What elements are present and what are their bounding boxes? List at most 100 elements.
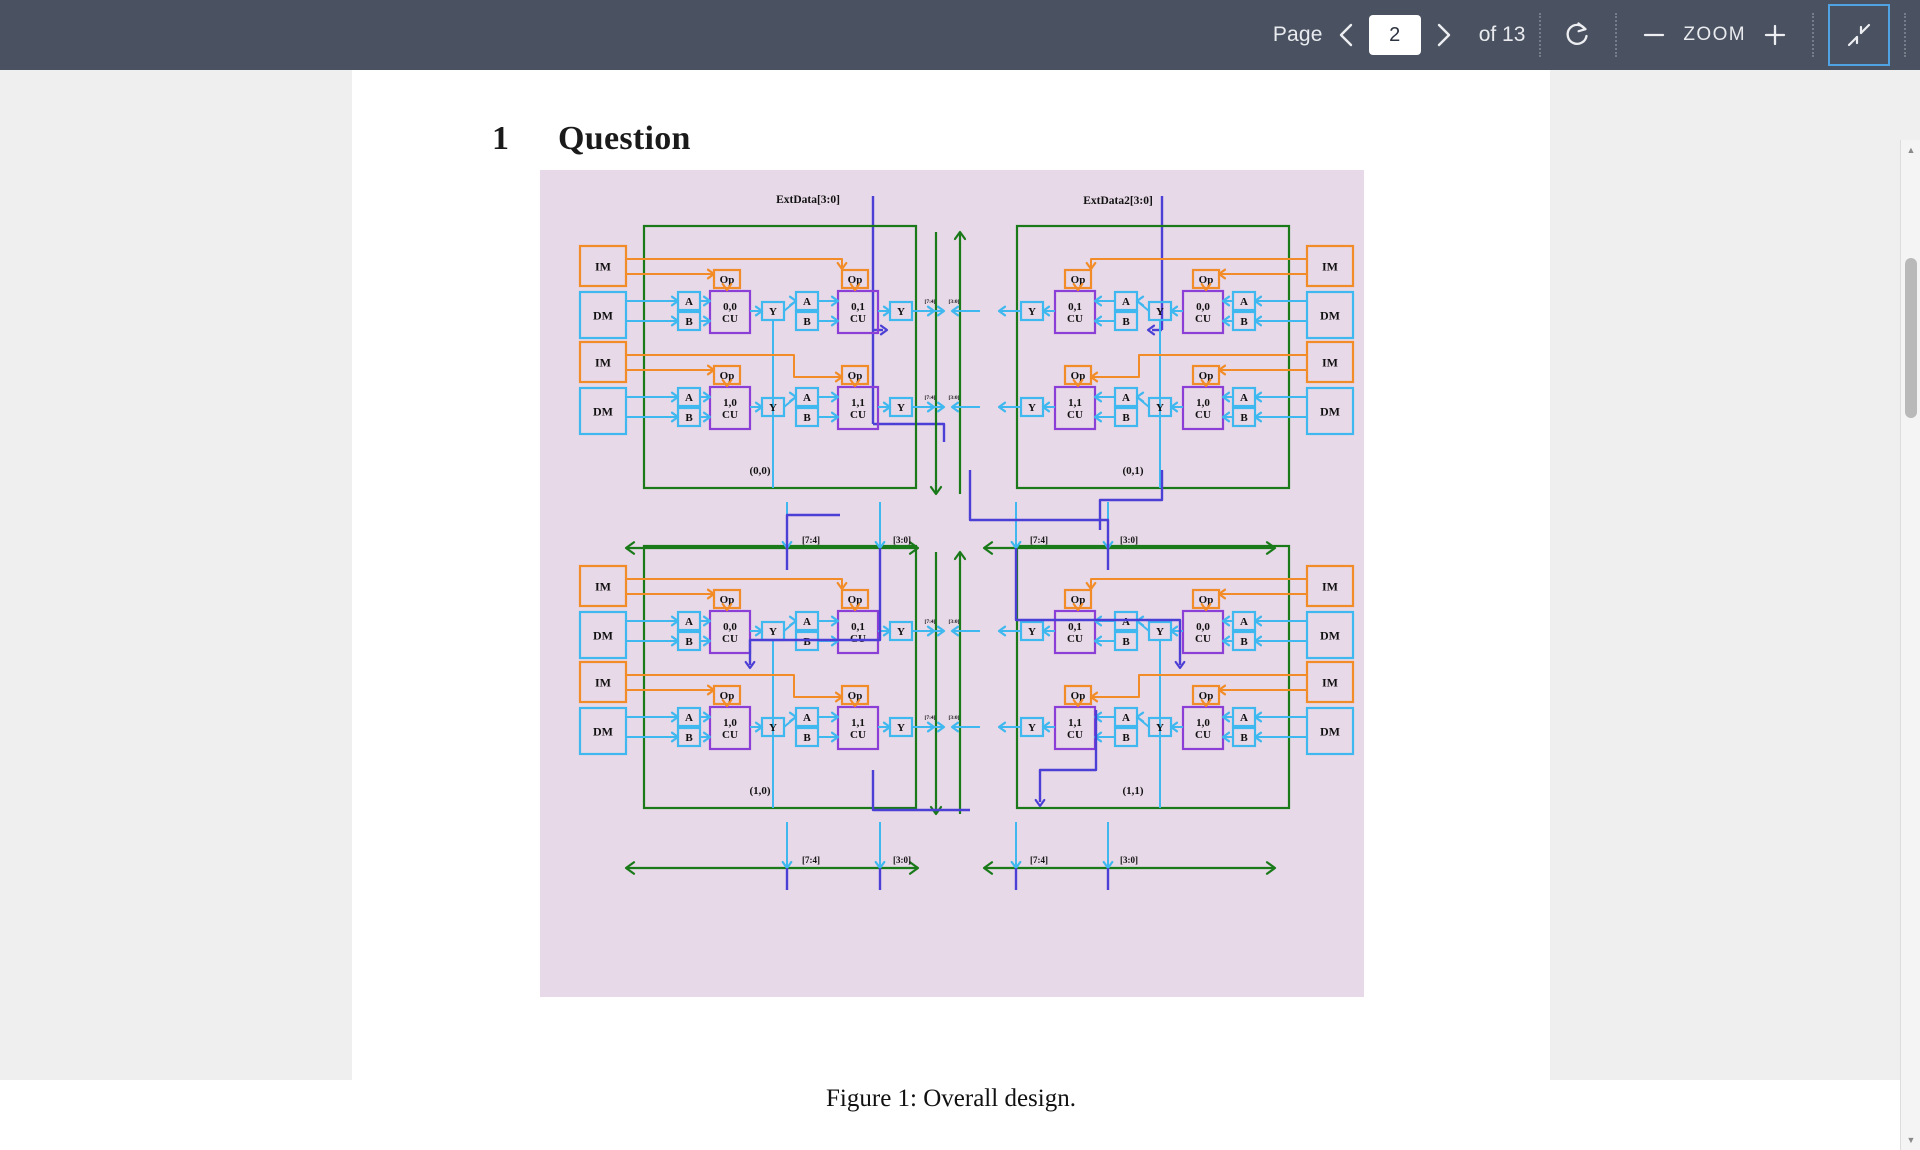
b-box-label: B: [685, 412, 693, 424]
a-box-label: A: [1240, 392, 1248, 404]
a-box-label: A: [803, 392, 811, 404]
a-box-label: A: [1122, 296, 1130, 308]
b-box-label: B: [685, 732, 693, 744]
bus-bit-label: [3:0]: [949, 619, 960, 625]
b-box-label: B: [1240, 316, 1248, 328]
cu-box-label: 0,1: [1068, 621, 1082, 633]
exit-fullscreen-button[interactable]: [1828, 4, 1890, 66]
a-box-label: A: [1122, 712, 1130, 724]
y-box-label: Y: [769, 626, 777, 638]
y-box-label: Y: [769, 722, 777, 734]
y-box-label: Y: [1028, 722, 1036, 734]
im-box-label: IM: [595, 579, 611, 593]
tile-label: (1,0): [749, 785, 770, 797]
b-box-label: B: [1240, 636, 1248, 648]
im-box-label: IM: [1322, 259, 1338, 273]
rotate-button[interactable]: [1555, 12, 1601, 58]
pdf-toolbar: Page of 13 ZOOM: [0, 0, 1920, 70]
figure-caption: Figure 1: Overall design.: [826, 1085, 1076, 1112]
cu-box-label: 0,1: [851, 621, 865, 633]
bus-bit-label: [3:0]: [1120, 855, 1138, 865]
a-box-label: A: [685, 616, 693, 628]
b-box-label: B: [1240, 732, 1248, 744]
cu-box-label: CU: [850, 729, 866, 741]
dm-box-label: DM: [593, 628, 613, 642]
dm-box-label: DM: [593, 308, 613, 322]
toolbar-divider-3: [1812, 13, 1814, 57]
a-box-label: A: [1240, 296, 1248, 308]
b-box-label: B: [1122, 636, 1130, 648]
tile-border: [1015, 224, 1291, 490]
a-box-label: A: [685, 392, 693, 404]
cu-box-label: 1,0: [1196, 717, 1210, 729]
b-box-label: B: [685, 316, 693, 328]
bus-bit-label: [3:0]: [949, 395, 960, 401]
page-title: 1 Question: [492, 120, 691, 158]
bus-bit-label: [3:0]: [893, 535, 911, 545]
y-box-label: Y: [1156, 402, 1164, 414]
cu-box-label: 1,0: [1196, 397, 1210, 409]
bus-bit-label: [7:4]: [925, 299, 936, 305]
tile-label: (1,1): [1122, 785, 1143, 797]
next-page-button[interactable]: [1421, 12, 1467, 58]
a-box-label: A: [1122, 392, 1130, 404]
tile-label: (0,0): [749, 465, 770, 477]
bus-bit-label: [7:4]: [802, 855, 820, 865]
figure-svg: IMDMOp OpABAB0,0CU0,1CUY YIMDMOp OpABAB1,0C…: [578, 194, 1355, 890]
b-box-label: B: [1240, 412, 1248, 424]
b-box-label: B: [803, 412, 811, 424]
cu-box-label: 0,1: [1068, 301, 1082, 313]
scroll-down-arrow[interactable]: ▼: [1901, 1130, 1920, 1150]
b-box-label: B: [1122, 412, 1130, 424]
dm-box-label: DM: [1320, 404, 1340, 418]
y-box-label: Y: [897, 402, 905, 414]
tile-border: [642, 224, 918, 490]
zoom-label: ZOOM: [1683, 24, 1746, 45]
bus-bit-label: [3:0]: [949, 299, 960, 305]
page-count-label: of 13: [1478, 23, 1526, 46]
im-box-label: IM: [1322, 675, 1338, 689]
scroll-up-arrow[interactable]: ▲: [1901, 140, 1920, 160]
toolbar-divider-1: [1539, 13, 1542, 57]
cu-box-label: 1,0: [723, 717, 737, 729]
bus-bit-label: [7:4]: [925, 619, 936, 625]
zoom-in-button[interactable]: [1752, 12, 1798, 58]
extdata-label: ExtData2[3:0]: [1083, 195, 1153, 207]
y-box-label: Y: [897, 722, 905, 734]
scrollbar-thumb[interactable]: [1905, 258, 1917, 418]
tile-label: (0,1): [1122, 465, 1143, 477]
pdf-viewer: 1 Question IM DM Op Op A B A B 0,0 CU 0,1 CU Y Y IM DM Op…: [0, 70, 1920, 1150]
a-box-label: A: [1240, 712, 1248, 724]
cu-box-label: 0,0: [1196, 301, 1210, 313]
y-box-label: Y: [897, 626, 905, 638]
previous-page-button[interactable]: [1323, 12, 1369, 58]
cu-box-label: CU: [1195, 633, 1211, 645]
page-label: Page: [1272, 23, 1323, 46]
a-box-label: A: [685, 712, 693, 724]
cu-box-label: CU: [1195, 729, 1211, 741]
a-box-label: A: [803, 296, 811, 308]
feedback-route: [1098, 470, 1164, 530]
cu-box-label: CU: [722, 313, 738, 325]
cu-box-label: 1,0: [723, 397, 737, 409]
im-box-label: IM: [595, 675, 611, 689]
section-title-text: Question: [558, 120, 691, 157]
y-box-label: Y: [1156, 306, 1164, 318]
a-box-label: A: [685, 296, 693, 308]
bus-bit-label: [3:0]: [1120, 535, 1138, 545]
page-number-input[interactable]: [1368, 15, 1421, 55]
im-box-label: IM: [595, 259, 611, 273]
chevron-left-icon: [1339, 23, 1352, 47]
cu-box-label: 0,0: [723, 301, 737, 313]
zoom-out-button[interactable]: [1631, 12, 1677, 58]
dm-box-label: DM: [1320, 724, 1340, 738]
toolbar-divider-2: [1615, 13, 1618, 57]
y-box-label: Y: [1156, 626, 1164, 638]
cu-box-label: 1,1: [851, 717, 865, 729]
plus-icon: [1764, 24, 1786, 46]
cu-box-label: 1,1: [1068, 397, 1082, 409]
vertical-scrollbar[interactable]: ▲ ▼: [1900, 140, 1920, 1150]
im-to-op2: [626, 258, 843, 270]
cu-box-label: CU: [1067, 409, 1083, 421]
im-box-label: IM: [1322, 355, 1338, 369]
